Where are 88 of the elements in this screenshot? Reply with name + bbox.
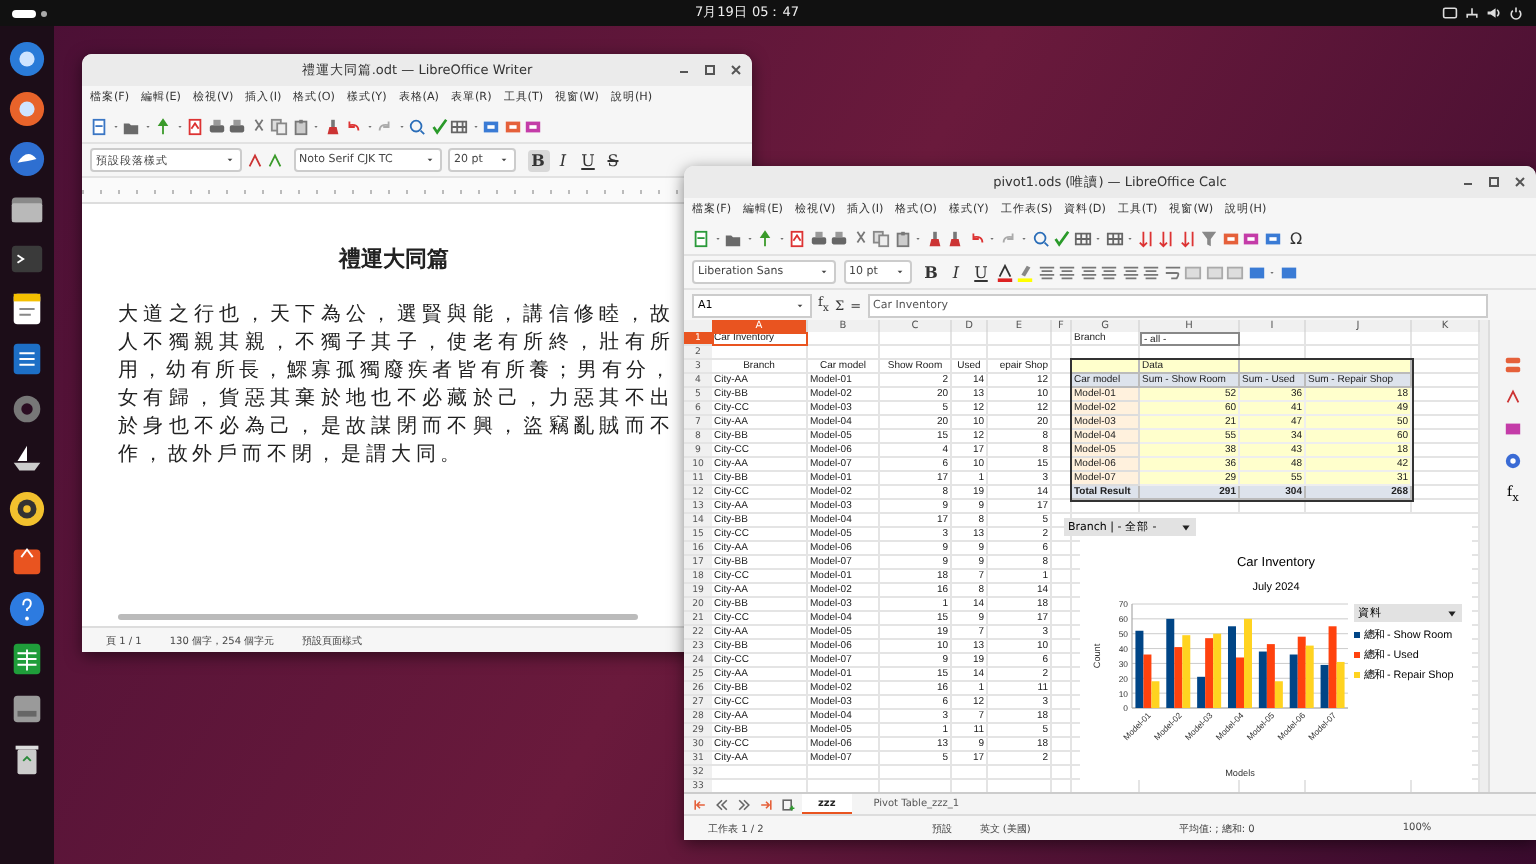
align-icon[interactable] [1058,263,1076,281]
close-icon[interactable] [728,62,744,78]
body-text-line: 人不獨親其親，不獨子其子，使老有所終，壯有所 [118,330,670,358]
add-sheet-icon[interactable] [780,797,796,811]
y-axis [1131,603,1133,709]
scissors-icon[interactable] [249,117,267,135]
first-sheet-icon[interactable] [692,797,708,811]
pdf-icon[interactable] [788,229,806,247]
body-text-line: 女有歸，貨惡其棄於地也不必藏於己，力惡其不出 [118,386,670,414]
folder-icon[interactable] [122,117,140,135]
brush-icon[interactable] [946,229,964,247]
format-button[interactable]: B [527,149,549,171]
format-button[interactable]: U [970,261,992,283]
maximize-icon[interactable] [702,62,718,78]
align-icon[interactable] [1142,263,1160,281]
globe-icon[interactable] [8,90,46,128]
check-icon[interactable] [429,117,447,135]
activities-icon[interactable] [12,7,52,19]
scissors-icon[interactable] [851,229,869,247]
body-text-line: 作，故外戶而不閉，是謂大同。 [118,442,468,470]
font-color-icon[interactable] [995,263,1013,281]
undo-icon[interactable] [967,229,985,247]
scrollbar[interactable] [118,614,638,620]
brush-icon[interactable] [323,117,341,135]
gallery-icon[interactable] [1504,420,1522,438]
page-icon[interactable] [692,229,710,247]
document-icon[interactable] [8,340,46,378]
help-icon[interactable] [8,590,46,628]
sort-icon[interactable] [1179,229,1197,247]
table-icon[interactable] [1105,229,1123,247]
styles-icon[interactable] [1504,388,1522,406]
table-icon[interactable] [450,117,468,135]
format-button[interactable]: U [577,149,599,171]
magnifier-icon[interactable] [1031,229,1049,247]
properties-icon[interactable] [1504,356,1522,374]
close-icon[interactable] [1512,174,1528,190]
folder-icon[interactable] [724,229,742,247]
copy-icon[interactable] [872,229,890,247]
magnifier-icon[interactable] [408,117,426,135]
check-icon[interactable] [1052,229,1070,247]
caret-icon[interactable] [1446,607,1458,619]
navigator-icon[interactable] [1504,452,1522,470]
align-icon[interactable] [1037,263,1055,281]
printer-icon[interactable] [207,117,225,135]
caret-icon[interactable] [1180,521,1192,533]
wrap-icon[interactable] [1163,263,1181,281]
document-heading: 禮運大同篇 [336,244,451,274]
format-button[interactable]: I [552,149,574,171]
paste-icon[interactable] [893,229,911,247]
align-icon[interactable] [1079,263,1097,281]
previous-sheet-icon[interactable] [714,797,730,811]
body-text-line: 大道之行也，天下為公，選賢與能，講信修睦，故 [118,302,670,330]
align-icon[interactable] [1121,263,1139,281]
pdf-icon[interactable] [186,117,204,135]
network-icon[interactable] [1463,6,1480,20]
printer-icon[interactable] [809,229,827,247]
sort-icon[interactable] [1158,229,1176,247]
printer-icon[interactable] [228,117,246,135]
filter-icon[interactable] [1200,229,1218,247]
bird-icon[interactable] [8,140,46,178]
table-cell [1072,360,1140,374]
special-character-button[interactable]: Ω [1290,229,1303,247]
gear-icon[interactable] [8,390,46,428]
last-sheet-icon[interactable] [758,797,774,811]
format-button[interactable]: B [920,261,942,283]
body-text-line: 於身也不必為己，是故謀閉而不興，盜竊亂賊而不 [118,414,670,442]
body-text-line: 用，幼有所長，鰥寡孤獨廢疾者皆有所養；男有分， [118,358,670,386]
speaker-icon[interactable] [1485,6,1502,20]
format-button[interactable]: S [602,149,624,171]
align-icon[interactable] [1100,263,1118,281]
speaker-icon[interactable] [8,490,46,528]
printer-icon[interactable] [830,229,848,247]
keyboard-icon[interactable] [1441,6,1458,20]
page-icon[interactable] [90,117,108,135]
brush-icon[interactable] [925,229,943,247]
undo-icon[interactable] [344,117,362,135]
power-icon[interactable] [1507,6,1524,20]
globe-icon[interactable] [8,40,46,78]
maximize-icon[interactable] [1486,174,1502,190]
terminal-icon[interactable] [8,240,46,278]
spreadsheet-icon[interactable] [8,640,46,678]
sort-icon[interactable] [1137,229,1155,247]
copy-icon[interactable] [270,117,288,135]
format-button[interactable]: I [945,261,967,283]
table-icon[interactable] [1073,229,1091,247]
next-sheet-icon[interactable] [736,797,752,811]
notepad-icon[interactable] [8,290,46,328]
paste-icon[interactable] [291,117,309,135]
